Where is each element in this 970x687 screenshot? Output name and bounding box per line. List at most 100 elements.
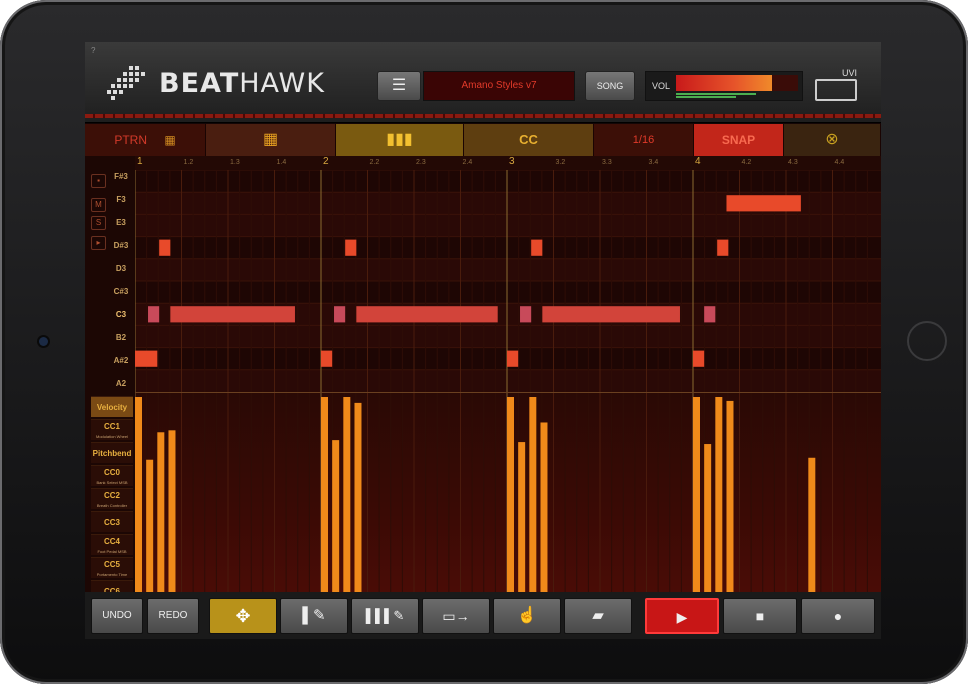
help-icon[interactable]: ?	[91, 46, 95, 55]
velocity-bar[interactable]	[518, 442, 526, 593]
velocity-bar[interactable]	[168, 430, 176, 593]
close-editor-button[interactable]: ⊗	[784, 124, 881, 156]
undo-button[interactable]: UNDO	[91, 598, 143, 634]
record-button[interactable]: ●	[801, 598, 875, 634]
velocity-bar[interactable]	[321, 397, 328, 593]
velocity-bar[interactable]	[135, 397, 142, 593]
volume-control[interactable]: VOL	[645, 71, 803, 101]
controller-description: Portamento Time	[96, 572, 128, 577]
midi-note[interactable]	[159, 239, 171, 256]
midi-note[interactable]	[704, 306, 716, 323]
redo-button[interactable]: REDO	[147, 598, 199, 634]
volume-meter-rest	[772, 75, 798, 91]
select-hand-icon: ☝	[517, 607, 537, 624]
draw-note-tool-button[interactable]: ▌✎	[280, 598, 348, 634]
split-tool-button[interactable]: ▭→	[422, 598, 490, 634]
velocity-bar[interactable]	[693, 397, 700, 593]
grid-icon: ▦	[262, 131, 279, 148]
roll-row	[135, 170, 881, 193]
piano-roll-grid[interactable]	[135, 170, 881, 392]
ruler-bar-number: 2	[323, 156, 329, 167]
controller-cc4[interactable]: CC4 Foot Pedal MSB	[91, 534, 133, 555]
uvi-label: UVI	[841, 68, 857, 78]
midi-note[interactable]	[334, 306, 346, 323]
velocity-bar[interactable]	[157, 432, 165, 593]
midi-note[interactable]	[520, 306, 532, 323]
velocity-bar[interactable]	[726, 400, 734, 593]
menu-button[interactable]: ☰	[377, 71, 421, 101]
app-logo: BEATHAWK	[159, 68, 325, 99]
roll-row	[135, 325, 881, 348]
controller-description: Bank Select MSB	[96, 480, 128, 485]
midi-note[interactable]	[717, 239, 729, 256]
midi-note[interactable]	[321, 350, 333, 367]
velocity-bar[interactable]	[343, 397, 351, 593]
solo-button[interactable]: S	[91, 216, 106, 230]
beathawk-logo-icon	[107, 66, 145, 100]
velocity-bar[interactable]	[146, 459, 154, 593]
velocity-bar[interactable]	[354, 402, 362, 593]
pattern-thumb-icon[interactable]: ▪	[91, 174, 106, 188]
roll-row	[135, 236, 881, 259]
controller-name: CC3	[103, 518, 120, 527]
preset-display[interactable]: Amano Styles v7	[423, 71, 575, 101]
draw-multi-tool-button[interactable]: ▌▌▌✎	[351, 598, 419, 634]
controller-velocity[interactable]: Velocity	[91, 396, 133, 417]
midi-note[interactable]	[507, 350, 519, 367]
song-button[interactable]: SONG	[585, 71, 635, 101]
uvi-logo: UVI	[813, 68, 857, 101]
preview-button[interactable]: ▸	[91, 236, 106, 250]
piano-roll-tab[interactable]: ▮▮▮	[336, 124, 464, 156]
velocity-bar[interactable]	[332, 440, 340, 593]
cc-tab[interactable]: CC	[464, 124, 594, 156]
stop-button[interactable]: ■	[723, 598, 797, 634]
select-tool-button[interactable]: ☝	[493, 598, 561, 634]
midi-note[interactable]	[693, 350, 705, 367]
ptrn-label: PTRN	[114, 133, 147, 147]
velocity-bar[interactable]	[529, 397, 537, 593]
play-button[interactable]: ▶	[645, 598, 719, 634]
roll-row	[135, 281, 881, 304]
volume-meter-fill	[676, 75, 772, 91]
midi-note[interactable]	[170, 306, 295, 323]
velocity-bar[interactable]	[704, 444, 712, 593]
grid-resolution[interactable]: 1/16	[594, 124, 694, 156]
controller-cc2[interactable]: CC2 Breath Controller	[91, 488, 133, 509]
level-meter-left	[676, 93, 756, 95]
velocity-bar[interactable]	[540, 422, 548, 593]
home-button[interactable]	[907, 321, 947, 361]
camera	[39, 337, 48, 346]
midi-note[interactable]	[356, 306, 498, 323]
velocity-bar[interactable]	[715, 397, 723, 593]
tablet-frame: ? BEATHAWK ☰ Amano Styles v7 SONG VOL UV…	[0, 0, 968, 684]
move-tool-button[interactable]: ✥	[209, 598, 277, 634]
roll-row	[135, 369, 881, 392]
close-icon: ⊗	[825, 131, 839, 148]
midi-note[interactable]	[148, 306, 160, 323]
pattern-button[interactable]: PTRN ▦	[85, 124, 206, 156]
ruler-beat-number: 1.4	[276, 159, 287, 166]
controller-description: Breath Controller	[96, 503, 128, 508]
velocity-bar[interactable]	[507, 397, 514, 593]
midi-note[interactable]	[135, 350, 158, 367]
controller-cc1[interactable]: CC1 Modulation Wheel	[91, 419, 133, 440]
velocity-bar[interactable]	[808, 457, 816, 593]
uvi-logo-icon	[815, 79, 857, 101]
controller-cc0[interactable]: CC0 Bank Select MSB	[91, 465, 133, 486]
midi-note[interactable]	[542, 306, 680, 323]
mute-button[interactable]: M	[91, 198, 106, 212]
midi-note[interactable]	[345, 239, 357, 256]
midi-note[interactable]	[726, 195, 801, 212]
controller-cc5[interactable]: CC5 Portamento Time	[91, 557, 133, 578]
controller-pitchbend[interactable]: Pitchbend	[91, 442, 133, 463]
controller-name: CC0	[103, 468, 120, 477]
midi-note[interactable]	[531, 239, 543, 256]
editor-toolbar: PTRN ▦ ▦ ▮▮▮ CC 1/16 SNAP ⊗	[85, 124, 881, 156]
snap-button[interactable]: SNAP	[694, 124, 784, 156]
velocity-lane[interactable]	[135, 392, 881, 593]
note-label: F#3	[114, 172, 128, 181]
eraser-tool-button[interactable]: ▰	[564, 598, 632, 634]
controller-cc3[interactable]: CC3	[91, 511, 133, 532]
grid-view-tab[interactable]: ▦	[206, 124, 336, 156]
timeline-ruler[interactable]: 1 2 3 4 1.2 1.3 1.4 2.2 2.3 2.4 3.2 3.3 3.4 4.2 4.3 4.4	[135, 156, 881, 171]
